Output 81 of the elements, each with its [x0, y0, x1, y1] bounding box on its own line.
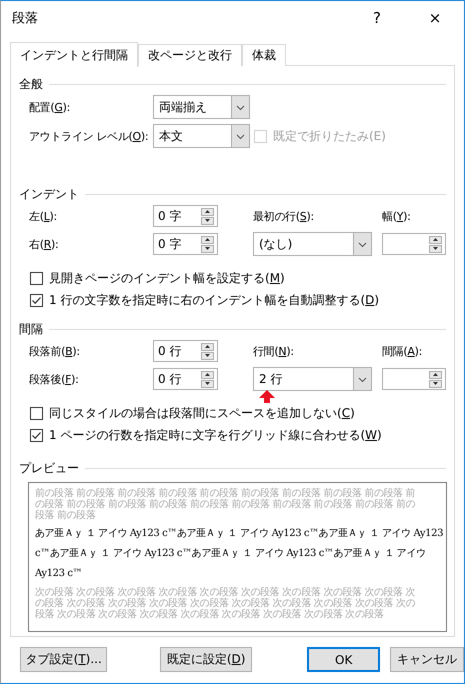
- sample-text: c™あア亜Ａｙ １ アイウ Ay123 c™あア亜Ａｙ １ アイウ Ay123 c™あア亜Ａｙ １ アイウ: [35, 547, 426, 561]
- annotation-arrow: [259, 390, 275, 403]
- tab[interactable]: 体裁: [242, 44, 286, 66]
- field-label: 最初の行(S):: [253, 208, 315, 224]
- spin-down-button[interactable]: [201, 380, 214, 388]
- dialog-button[interactable]: 既定に設定(D): [160, 647, 252, 672]
- help-button[interactable]: ?: [348, 1, 406, 34]
- spin-up-button[interactable]: [201, 236, 214, 244]
- window-title: 段落: [12, 10, 39, 26]
- field-label: アウトライン レベル(O):: [29, 128, 150, 144]
- spin-down-button[interactable]: [201, 216, 214, 224]
- field-label: 間隔(A):: [382, 344, 424, 358]
- spin-down-button[interactable]: [429, 380, 442, 388]
- context-text: 段落 次の段落 次の段落 次の段落 次の段落 次の段落 次の段落 次の段落 次の段落: [35, 609, 384, 620]
- number-field[interactable]: 0 字: [153, 233, 218, 255]
- dialog-button[interactable]: OK: [306, 647, 380, 672]
- dropdown[interactable]: (なし): [253, 232, 372, 256]
- up-triangle-icon: [433, 238, 438, 241]
- chevron-icon: [231, 125, 249, 147]
- spin-down-button[interactable]: [429, 244, 442, 252]
- chevron-icon: [231, 96, 249, 118]
- spin-up-button[interactable]: [429, 370, 442, 378]
- number-field[interactable]: 0 字: [153, 205, 218, 227]
- checkbox-label: 1 ページの行数を指定時に文字を行グリッド線に合わせる(W): [49, 427, 382, 444]
- sample-text: あア亜Ａｙ １ アイウ Ay123 c™あア亜Ａｙ １ アイウ Ay123 c™あア亜Ａｙ １ アイウ Ay123: [35, 527, 444, 541]
- chevron-icon: [353, 368, 371, 390]
- field-label: 配置(G):: [29, 100, 72, 114]
- tab[interactable]: インデントと行間隔: [10, 42, 138, 67]
- context-text: の段落 前の段落 前の段落 前の段落 前の段落 前の段落 前の段落 前の段落 前の段落 前の: [35, 499, 416, 510]
- field-label: 段落前(B):: [29, 344, 81, 358]
- spin-up-button[interactable]: [201, 342, 214, 350]
- up-triangle-icon: [205, 238, 210, 241]
- down-triangle-icon: [433, 247, 438, 250]
- checkbox[interactable]: [30, 294, 43, 307]
- section-heading: プレビュー: [19, 460, 79, 476]
- chevron-icon: [353, 233, 371, 255]
- spin-down-button[interactable]: [201, 352, 214, 360]
- field-label: 段落後(F):: [29, 372, 80, 386]
- dropdown[interactable]: 両端揃え: [153, 95, 250, 119]
- number-field[interactable]: 0 行: [153, 340, 218, 362]
- section-heading: 間隔: [19, 320, 43, 338]
- context-text: 段落 前の段落: [35, 510, 96, 521]
- number-field[interactable]: [382, 368, 446, 390]
- checkbox-label: 既定で折りたたみ(E): [273, 128, 386, 144]
- section-heading: インデント: [19, 186, 79, 202]
- field-label: 右(R):: [29, 236, 60, 252]
- up-triangle-icon: [205, 210, 210, 213]
- close-button[interactable]: ×: [406, 1, 464, 34]
- up-triangle-icon: [433, 373, 438, 376]
- spin-up-button[interactable]: [429, 236, 442, 244]
- number-field[interactable]: [382, 233, 446, 255]
- up-triangle-icon: [205, 345, 210, 348]
- checkbox-label: 1 行の文字数を指定時に右のインデント幅を自動調整する(D): [49, 292, 380, 309]
- dialog-button[interactable]: タブ設定(T)...: [20, 647, 108, 672]
- up-triangle-icon: [205, 373, 210, 376]
- dialog-button[interactable]: キャンセル: [390, 647, 464, 672]
- dropdown[interactable]: 2 行: [253, 367, 372, 391]
- field-label: 幅(Y):: [382, 208, 412, 224]
- spin-down-button[interactable]: [201, 244, 214, 252]
- down-triangle-icon: [205, 382, 210, 385]
- down-triangle-icon: [205, 219, 210, 222]
- context-text: 次の段落 次の段落 次の段落 次の段落 次の段落 次の段落 次の段落 次の段落 次の段落 次: [35, 587, 416, 598]
- checkbox[interactable]: [30, 407, 43, 420]
- tab[interactable]: 改ページと改行: [138, 44, 242, 66]
- dropdown[interactable]: 本文: [153, 124, 250, 148]
- context-text: 前の段落 前の段落 前の段落 前の段落 前の段落 前の段落 前の段落 前の段落 前の段落 前: [35, 488, 416, 499]
- context-text: の段落 次の段落 次の段落 次の段落 次の段落 次の段落 次の段落 次の段落 次の段落 次の: [35, 598, 416, 609]
- spin-up-button[interactable]: [201, 370, 214, 378]
- spin-up-button[interactable]: [201, 208, 214, 216]
- sample-text: Ay123 c™: [35, 567, 82, 581]
- down-triangle-icon: [433, 382, 438, 385]
- checkbox-label: 同じスタイルの場合は段落間にスペースを追加しない(C): [49, 405, 355, 422]
- field-label: 左(L):: [29, 208, 58, 224]
- field-label: 行間(N):: [253, 344, 295, 358]
- checkbox[interactable]: [30, 272, 43, 285]
- number-field[interactable]: 0 行: [153, 368, 218, 390]
- down-triangle-icon: [205, 354, 210, 357]
- checkbox-label: 見開きページのインデント幅を設定する(M): [49, 270, 285, 287]
- section-heading: 全般: [19, 76, 43, 92]
- checkbox[interactable]: [30, 429, 43, 442]
- down-triangle-icon: [205, 247, 210, 250]
